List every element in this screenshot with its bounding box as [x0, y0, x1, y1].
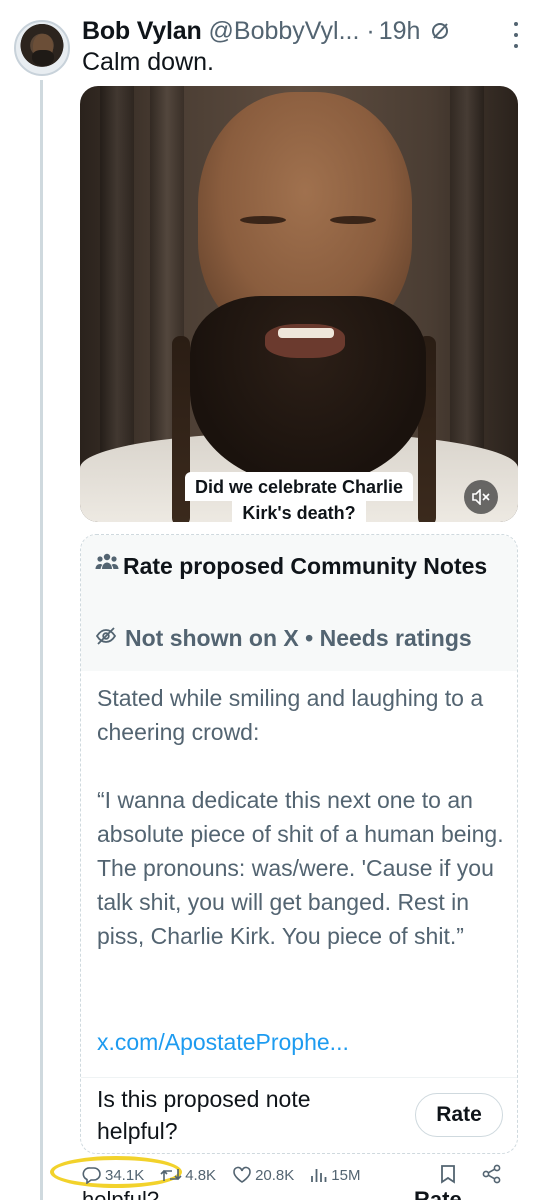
- video-person-eye: [240, 216, 286, 224]
- eye-slash-icon: [95, 626, 117, 651]
- video-person-eye: [330, 216, 376, 224]
- header-separator: ·: [366, 16, 375, 45]
- note-source-link[interactable]: x.com/ApostateProphe...: [97, 1029, 349, 1056]
- note-divider: [81, 1077, 517, 1078]
- share-button[interactable]: [482, 1164, 505, 1184]
- like-count: 20.8K: [255, 1166, 295, 1184]
- like-button[interactable]: 20.8K: [232, 1166, 294, 1184]
- note-paragraph: Stated while smiling and laughing to a c…: [97, 685, 484, 745]
- views-button[interactable]: 15M: [310, 1167, 360, 1184]
- share-icon: [482, 1164, 501, 1184]
- reply-button[interactable]: 34.1K: [82, 1166, 144, 1184]
- note-paragraph: “I wanna dedicate this next one to an ab…: [97, 787, 504, 949]
- community-note-header: Rate proposed Community Notes Not shown …: [81, 535, 517, 671]
- video-player[interactable]: Did we celebrate Charlie Kirk's death?: [80, 86, 518, 522]
- note-helpful-question: Is this proposed note helpful?: [97, 1086, 311, 1144]
- heart-icon: [233, 1166, 251, 1183]
- caption-line: Kirk's death?: [232, 501, 366, 522]
- note-status-label: Not shown on X • Needs ratings: [125, 625, 472, 651]
- partially-visible-rate-label: Rate: [414, 1190, 462, 1200]
- repost-count: 4.8K: [185, 1166, 217, 1184]
- caption-line: Did we celebrate Charlie: [184, 472, 414, 501]
- views-icon: [311, 1169, 327, 1182]
- partially-visible-text: helpful?: [82, 1190, 159, 1200]
- volume-muted-icon[interactable]: [464, 480, 498, 514]
- more-options-icon[interactable]: [510, 22, 522, 48]
- community-note-body: Stated while smiling and laughing to a c…: [97, 681, 507, 987]
- author-name[interactable]: Bob Vylan: [82, 17, 202, 46]
- bookmark-button[interactable]: [440, 1164, 459, 1184]
- post-actions-bar: 34.1K 4.8K 20.8K 15M: [82, 1160, 520, 1190]
- post-time[interactable]: 19h: [379, 17, 421, 46]
- author-handle[interactable]: @BobbyVyl...: [209, 17, 360, 46]
- repost-icon: [160, 1169, 182, 1181]
- community-note-card[interactable]: Rate proposed Community Notes Not shown …: [80, 534, 518, 1154]
- thread-connector-line: [40, 80, 43, 1200]
- video-caption: Did we celebrate Charlie Kirk's death?: [174, 472, 424, 522]
- avatar[interactable]: [14, 20, 70, 76]
- avatar-beard: [32, 50, 54, 66]
- reply-count: 34.1K: [105, 1166, 145, 1184]
- rate-button[interactable]: Rate: [415, 1093, 503, 1137]
- bookmark-icon: [441, 1165, 455, 1184]
- grok-icon[interactable]: [430, 21, 450, 41]
- views-count: 15M: [331, 1166, 361, 1184]
- post-text: Calm down.: [82, 48, 214, 76]
- people-icon: [95, 553, 119, 576]
- note-status: Not shown on X • Needs ratings: [95, 625, 472, 652]
- community-note-title: Rate proposed Community Notes: [123, 553, 488, 579]
- video-person-teeth: [278, 328, 334, 338]
- repost-button[interactable]: 4.8K: [160, 1167, 216, 1184]
- reply-icon: [82, 1167, 101, 1184]
- post-header: Bob Vylan @BobbyVyl... · 19h: [82, 14, 522, 48]
